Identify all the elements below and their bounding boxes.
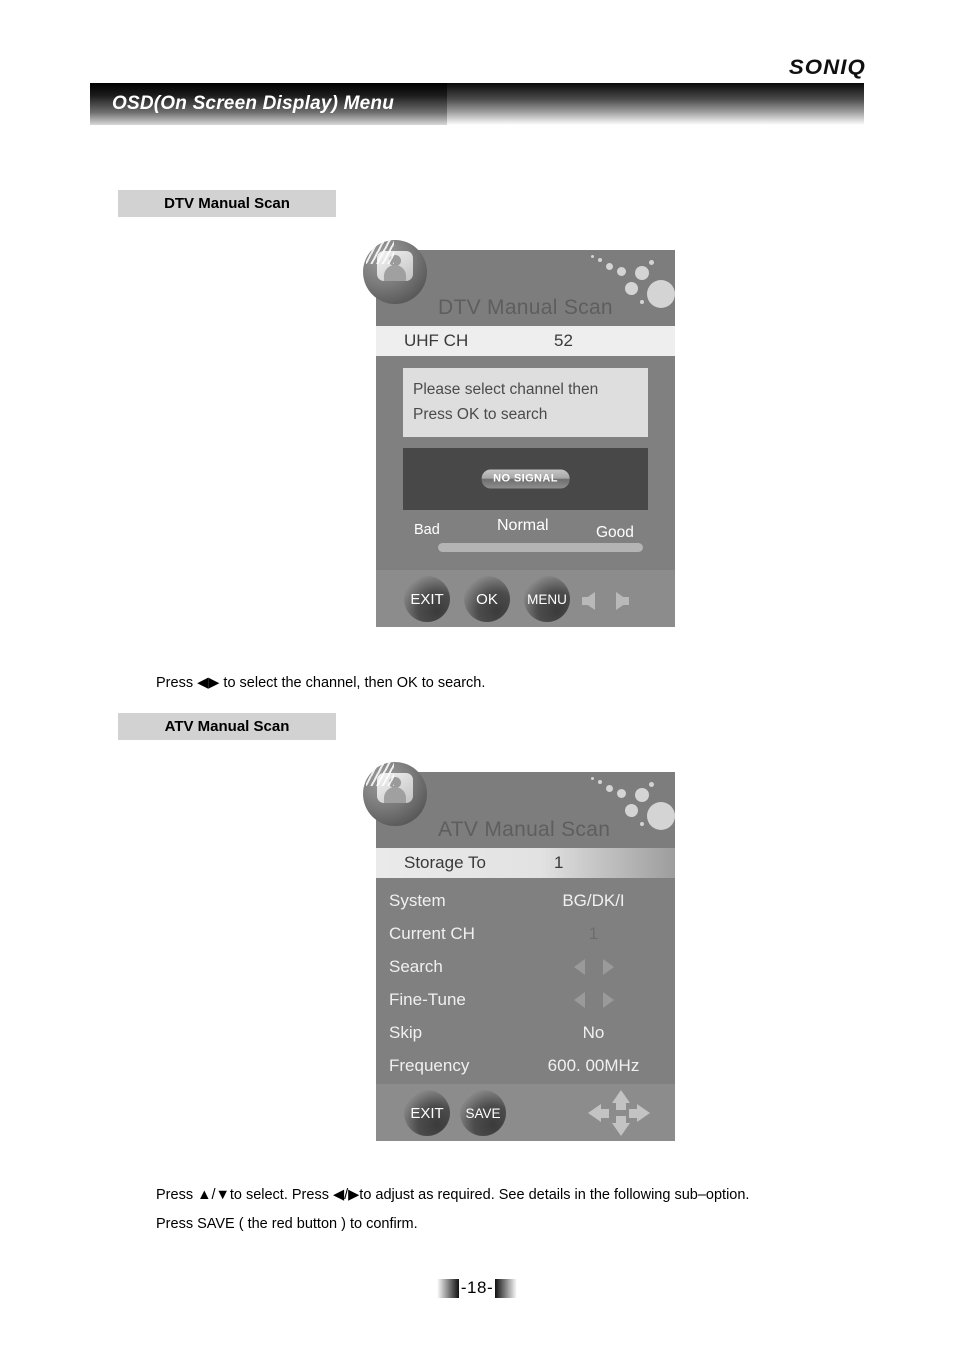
icon-hatch-lines [366,762,394,786]
osd-row-uhf-ch[interactable]: UHF CH 52 [376,326,675,356]
osd-panel-dtv: DTV Manual Scan UHF CH 52 Please select … [363,240,675,627]
osd-title-dtv: DTV Manual Scan [438,296,613,319]
atv-item-value: No [582,1022,605,1042]
right-arrow-icon[interactable] [616,592,629,610]
adjust-arrows[interactable] [526,958,661,975]
uhf-ch-label: UHF CH [404,331,469,350]
signal-label-good: Good [596,524,634,541]
left-arrow-icon[interactable] [573,991,585,1008]
list-item[interactable]: Frequency 600. 00MHz [376,1049,675,1082]
left-arrow-icon[interactable] [582,592,595,610]
soniq-logo: SONIQ [789,56,867,79]
page-number: -18- [460,1278,494,1297]
adjust-arrows[interactable] [526,991,661,1008]
osd-button-bar-dtv: EXIT OK MENU [376,570,675,627]
section-label-dtv: DTV Manual Scan [118,190,336,217]
page-banner: OSD(On Screen Display) Menu [90,83,864,125]
storage-to-value: 1 [554,853,564,872]
page-footer: -18- [0,1278,954,1298]
atv-item-label: Skip [389,1022,423,1042]
signal-label-normal: Normal [497,517,549,534]
atv-item-label: System [389,890,446,910]
right-arrow-icon[interactable] [602,991,614,1008]
page-title: OSD(On Screen Display) Menu [112,93,395,114]
tv-person-icon [363,762,427,826]
list-item[interactable]: Current CH 1 [376,917,675,950]
section-label-dtv-text: DTV Manual Scan [164,195,290,212]
atv-instruction-line2: Press SAVE ( the red button ) to confirm… [156,1216,418,1232]
list-item[interactable]: Skip No [376,1016,675,1049]
ok-button[interactable]: OK [464,576,510,622]
manual-page: SONIQ OSD(On Screen Display) Menu DTV Ma… [0,0,954,1354]
signal-label-bad: Bad [414,522,440,538]
atv-item-value: 1 [588,923,599,943]
dtv-instruction: Press ◀▶ to select the channel, then OK … [156,675,486,691]
osd-message-line2: Press OK to search [413,406,548,423]
atv-item-label: Fine-Tune [389,989,466,1009]
osd-preview-box: NO SIGNAL [403,448,648,510]
signal-scale-labels: Bad Normal Good [400,517,651,541]
footer-bar-right [495,1278,518,1298]
osd-header-dtv: DTV Manual Scan [363,240,675,326]
exit-button[interactable]: EXIT [404,1090,450,1136]
section-label-atv: ATV Manual Scan [118,713,336,740]
storage-to-label: Storage To [404,853,486,872]
banner-block: OSD(On Screen Display) Menu [90,83,447,125]
person-body-shape [384,265,406,281]
atv-instruction-line1: Press ▲/▼to select. Press ◀/▶to adjust a… [156,1187,750,1203]
left-arrow-icon[interactable] [573,958,585,975]
footer-bar-left [436,1278,459,1298]
person-body-shape [384,787,406,803]
osd-title-atv: ATV Manual Scan [438,818,611,841]
atv-item-label: Current CH [389,923,475,943]
tv-person-icon [363,240,427,304]
signal-strength-bar [438,543,643,552]
list-item[interactable]: Search [376,950,675,983]
icon-hatch-lines [366,240,394,264]
osd-message-box: Please select channel then Press OK to s… [403,368,648,437]
osd-panel-atv: ATV Manual Scan Storage To 1 System BG/D… [363,762,675,1141]
right-arrow-icon[interactable] [637,1104,650,1122]
save-button[interactable]: SAVE [460,1090,506,1136]
osd-header-atv: ATV Manual Scan [363,762,675,848]
atv-menu-list: System BG/DK/I Current CH 1 Search Fine-… [376,878,675,1084]
section-label-atv-text: ATV Manual Scan [164,718,290,735]
uhf-ch-value: 52 [554,331,573,350]
osd-message-line1: Please select channel then [413,381,599,398]
list-item[interactable]: System BG/DK/I [376,884,675,917]
down-arrow-icon[interactable] [612,1123,630,1136]
no-signal-badge: NO SIGNAL [481,469,570,489]
four-way-arrows-icon[interactable] [588,1088,650,1138]
atv-item-label: Frequency [389,1055,470,1075]
right-arrow-icon[interactable] [602,958,614,975]
osd-row-storage-to[interactable]: Storage To 1 [376,848,675,878]
osd-button-bar-atv: EXIT SAVE [376,1084,675,1141]
exit-button[interactable]: EXIT [404,576,450,622]
atv-item-value: 600. 00MHz [547,1055,640,1075]
list-item[interactable]: Fine-Tune [376,983,675,1016]
menu-button[interactable]: MENU [524,576,570,622]
atv-item-label: Search [389,956,443,976]
atv-item-value: BG/DK/I [562,890,625,910]
